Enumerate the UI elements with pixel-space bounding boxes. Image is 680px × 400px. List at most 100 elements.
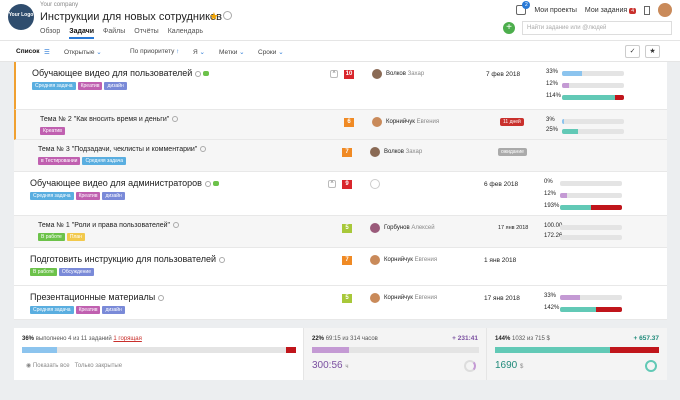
due-date[interactable]: 17 янв 2018 — [498, 225, 528, 231]
progress-line: 172.26 — [544, 233, 634, 242]
assignee-surname: Корнийчук — [384, 257, 415, 263]
tab-3[interactable]: Отчёты — [134, 28, 158, 39]
progress-line: 12% — [546, 81, 636, 90]
priority-badge: 5 — [342, 294, 352, 303]
task-name[interactable]: Подготовить инструкцию для пользователей — [30, 254, 225, 264]
assignee[interactable]: Волков Захар — [386, 71, 424, 77]
user-avatar[interactable] — [658, 3, 672, 17]
assignee-name: Захар — [405, 149, 423, 155]
task-name[interactable]: Презентационные материалы — [30, 292, 165, 302]
tag[interactable]: Обсуждение — [58, 268, 94, 276]
star-icon[interactable]: ★ — [209, 10, 219, 23]
only-closed-link[interactable]: Только закрытые — [75, 363, 122, 369]
task-name[interactable]: Обучающее видео для пользователей — [32, 68, 210, 78]
table-row[interactable]: Тема № 3 "Подзадачи, чеклисты и коммента… — [14, 140, 667, 172]
task-name[interactable]: Тема № 1 "Роли и права пользователей" — [38, 222, 179, 229]
collapse-icon[interactable]: ^ — [328, 180, 336, 188]
filter-open[interactable]: Открытые ⌄ — [64, 48, 102, 56]
tag[interactable]: в Тестировании — [38, 157, 81, 165]
tag[interactable]: Креатив — [40, 127, 65, 135]
tag[interactable]: В работе — [30, 268, 57, 276]
table-row[interactable]: Тема № 2 "Как вносить время и деньги" Кре… — [14, 110, 667, 140]
tag[interactable]: Креатив — [77, 82, 103, 90]
table-row[interactable]: Подготовить инструкцию для пользователей… — [14, 248, 667, 286]
company-logo[interactable]: Your Logo — [8, 4, 34, 30]
check-icon[interactable]: ✓ — [625, 45, 640, 58]
tab-0[interactable]: Обзор — [40, 28, 60, 39]
due-date[interactable]: 6 фев 2018 — [484, 181, 518, 188]
list-icon[interactable]: ☰ — [44, 48, 50, 56]
assignee[interactable]: Корнийчук Евгения — [384, 257, 437, 263]
avatar[interactable] — [370, 255, 380, 265]
avatar[interactable] — [372, 69, 382, 79]
assignee[interactable]: Волков Захар — [384, 149, 422, 155]
task-tags: в Тестировании Средняя задача — [38, 157, 127, 165]
avatar[interactable] — [370, 293, 380, 303]
tab-2[interactable]: Файлы — [103, 28, 125, 39]
progress-group: 33% 12% 114% — [546, 69, 636, 105]
tasks-stat: 36% выполнено 4 из 11 заданий 1 горящая — [22, 336, 142, 342]
header: Your Logo Your company Инструкции для но… — [0, 0, 680, 40]
tag[interactable]: дизайн — [102, 306, 125, 314]
my-projects-link[interactable]: Мои проекты — [534, 7, 577, 14]
filter-me[interactable]: Я ⌄ — [193, 48, 205, 56]
view-list[interactable]: Список — [16, 48, 39, 55]
tab-1[interactable]: Задачи — [69, 28, 95, 39]
table-row[interactable]: Презентационные материалы Средняя задача К… — [14, 286, 667, 320]
search-input[interactable]: Найти задание или @людей — [522, 21, 672, 35]
collapse-icon[interactable]: ^ — [330, 70, 338, 78]
filter-labels[interactable]: Метки ⌄ — [219, 48, 245, 56]
tag[interactable]: Креатив — [75, 306, 101, 314]
assignee-name: Алексей — [411, 225, 435, 231]
tab-4[interactable]: Календарь — [168, 28, 203, 39]
tag[interactable]: дизайн — [104, 82, 127, 90]
sort-priority[interactable]: По приоритету ↑ — [130, 48, 179, 55]
star-filter-icon[interactable]: ★ — [645, 45, 660, 58]
chat-icon — [212, 181, 219, 187]
task-tags: Средняя задача Креатив дизайн — [32, 82, 127, 90]
task-name[interactable]: Тема № 3 "Подзадачи, чеклисты и коммента… — [38, 146, 207, 153]
avatar[interactable] — [370, 147, 380, 157]
filter-deadlines[interactable]: Сроки ⌄ — [258, 48, 284, 56]
progress-track — [560, 193, 622, 198]
progress-overflow — [595, 307, 622, 312]
tag[interactable]: дизайн — [102, 192, 125, 200]
eye-icon — [204, 180, 211, 187]
tag[interactable]: Средняя задача — [30, 306, 74, 314]
hours-stat: 22% 69:15 из 314 часов — [312, 336, 378, 342]
tag[interactable]: В работе — [38, 233, 65, 241]
progress-line: 33% — [544, 293, 634, 302]
money-pct: 144% — [495, 336, 511, 342]
gear-icon[interactable] — [223, 11, 232, 20]
table-row[interactable]: Обучающее видео для администраторов Средн… — [14, 172, 667, 216]
task-name[interactable]: Обучающее видео для администраторов — [30, 178, 219, 188]
avatar[interactable] — [370, 223, 380, 233]
table-row[interactable]: Тема № 1 "Роли и права пользователей" В р… — [14, 216, 667, 248]
assignee[interactable]: Горбунов Алексей — [384, 225, 435, 231]
add-button[interactable]: + — [503, 22, 515, 34]
due-date[interactable]: 17 янв 2018 — [484, 295, 520, 302]
task-name[interactable]: Тема № 2 "Как вносить время и деньги" — [40, 116, 179, 123]
due-date[interactable]: 1 янв 2018 — [484, 257, 516, 264]
avatar[interactable] — [372, 117, 382, 127]
assignee[interactable]: Корнийчук Евгения — [384, 295, 437, 301]
show-all-link[interactable]: Показать все — [33, 363, 70, 369]
tag[interactable]: Средняя задача — [32, 82, 76, 90]
avatar[interactable] — [370, 179, 380, 189]
hours-bar-fill — [312, 347, 349, 353]
bell-icon[interactable]: 2 — [516, 1, 531, 15]
progress-fill — [560, 307, 596, 312]
assignee-name: Евгения — [414, 257, 438, 263]
status-badge: ожидание — [498, 148, 527, 156]
assignee[interactable]: Корнийчук Евгения — [386, 119, 439, 125]
table-row[interactable]: Обучающее видео для пользователей Средняя… — [14, 62, 667, 110]
tag[interactable]: Средняя задача — [30, 192, 74, 200]
due-date[interactable]: 7 фев 2018 — [486, 71, 520, 78]
progress-track — [560, 181, 622, 186]
bookmark-icon[interactable] — [644, 5, 650, 15]
tasks-overdue-link[interactable]: 1 горящая — [113, 336, 141, 342]
my-tasks-link[interactable]: Мои задания 4 — [585, 7, 636, 14]
tag[interactable]: Средняя задача — [82, 157, 127, 165]
tag[interactable]: Креатив — [75, 192, 101, 200]
tag[interactable]: План — [66, 233, 85, 241]
